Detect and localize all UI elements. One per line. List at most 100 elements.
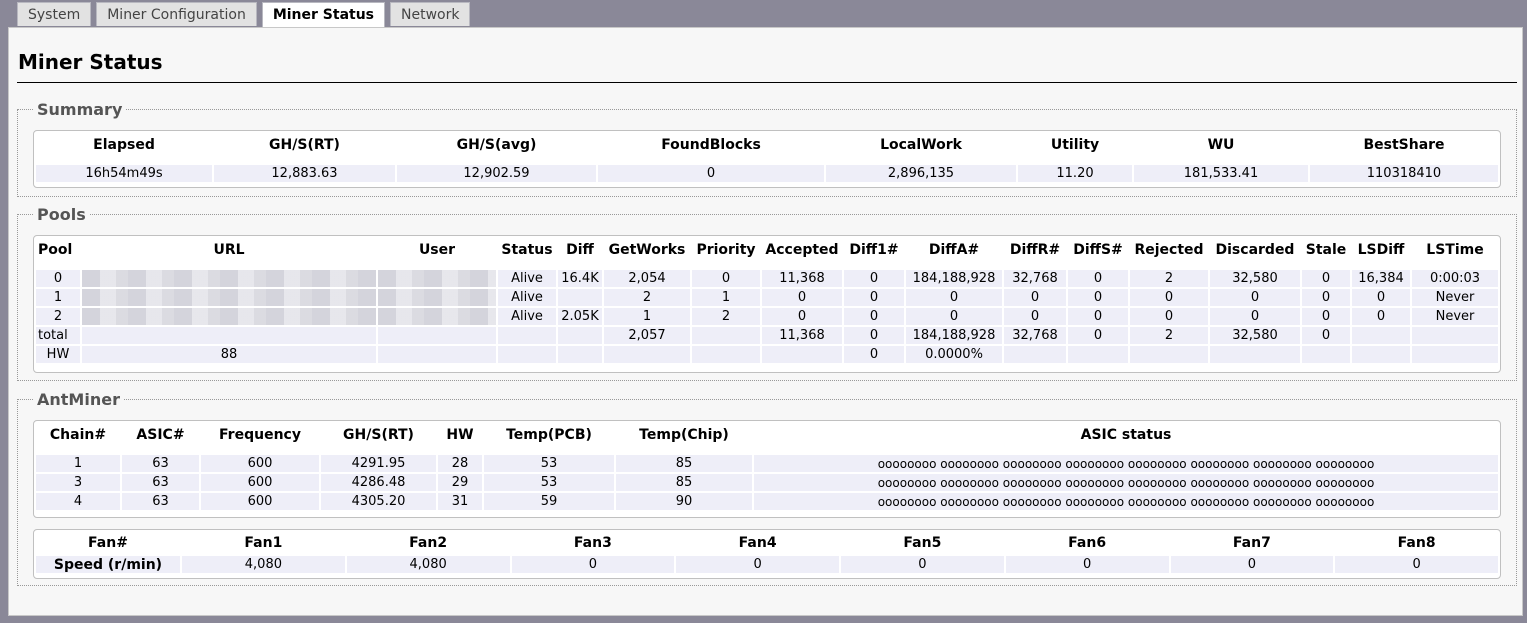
- chain-cell-temp-chip: 85: [616, 455, 752, 472]
- pools-cell-discarded: 32,580: [1210, 327, 1300, 344]
- pools-cell-diffr: 0: [1004, 289, 1066, 306]
- fan-speed-1: 4,080: [182, 556, 345, 573]
- pools-cell-rejected: 2: [1130, 327, 1208, 344]
- pools-cell-diffa: 0: [906, 308, 1002, 325]
- fan-header-fan7: Fan7: [1232, 535, 1271, 551]
- pools-cell-lstime: [1412, 327, 1498, 344]
- pools-hw-empty: [558, 346, 602, 363]
- fan-header-label: Fan#: [88, 535, 128, 551]
- chain-cell-temp-pcb: 53: [484, 474, 614, 491]
- chain-cell-asic: 63: [122, 474, 199, 491]
- pools-table-row: total 2,057 11,368 0 184,188,928 32,768 0 2 32,5…: [36, 327, 1498, 344]
- chain-table-row: 3 63 600 4286.48 29 53 85 oooooooo oooooooo ooo…: [36, 474, 1498, 491]
- chain-cell-asic: 63: [122, 493, 199, 510]
- pools-cell-diff1: 0: [844, 327, 904, 344]
- summary-header-utility: Utility: [1050, 137, 1100, 153]
- summary-table-box: Elapsed GH/S(RT) GH/S(avg) FoundBlocks Local…: [33, 130, 1501, 188]
- pools-cell-diff1: 0: [844, 308, 904, 325]
- summary-table: Elapsed GH/S(RT) GH/S(avg) FoundBlocks Local…: [34, 131, 1500, 184]
- fan-speed-4: 0: [676, 556, 839, 573]
- pools-cell-pool: 1: [36, 289, 80, 306]
- chain-cell-hw: 31: [438, 493, 482, 510]
- summary-header-gh-s-avg: GH/S(avg): [456, 137, 537, 153]
- pools-cell-diffr: 0: [1004, 308, 1066, 325]
- pools-header-pool: Pool: [38, 242, 73, 258]
- chain-header-temp-chip: Temp(Chip): [639, 427, 729, 443]
- summary-header-foundblocks: FoundBlocks: [661, 137, 761, 153]
- tab-miner-configuration[interactable]: Miner Configuration: [96, 2, 257, 26]
- chain-cell-temp-chip: 90: [616, 493, 752, 510]
- pools-cell-priority: 2: [692, 308, 760, 325]
- pools-cell-priority: 0: [692, 270, 760, 287]
- pools-hw-empty: [762, 346, 842, 363]
- pools-header-diff: Diff: [566, 242, 594, 258]
- hw-label: HW: [36, 346, 80, 363]
- chain-table-box: Chain# ASIC# Frequency GH/S(RT) HW Temp(PCB) T…: [33, 420, 1501, 518]
- pools-header-priority: Priority: [696, 242, 756, 258]
- tab-network[interactable]: Network: [390, 2, 471, 26]
- chain-header-frequency: Frequency: [219, 427, 301, 443]
- fan-header-fan4: Fan4: [738, 535, 777, 551]
- pools-cell-getworks: 2,057: [604, 327, 690, 344]
- fan-header-fan3: Fan3: [573, 535, 612, 551]
- fan-speed-3: 0: [511, 556, 675, 573]
- fan-header-fan8: Fan8: [1397, 535, 1436, 551]
- summary-value-gh-s-rt: 12,883.63: [214, 165, 395, 182]
- pools-cell-lsdiff: 0: [1352, 308, 1410, 325]
- pools-hw-empty: [378, 346, 496, 363]
- pools-cell-lsdiff: 0: [1352, 289, 1410, 306]
- chain-cell-frequency: 600: [201, 455, 319, 472]
- chain-cell-temp-pcb: 59: [484, 493, 614, 510]
- pools-cell-diff: [558, 289, 602, 306]
- pools-cell-diffr: 32,768: [1004, 327, 1066, 344]
- chain-header-asic: ASIC#: [136, 427, 185, 443]
- pools-table-row: 1 Alive 2 1 0 0 0 0 0 0 0 0 0 Never: [36, 289, 1498, 306]
- pool-user-redacted: [378, 289, 496, 306]
- pools-header-discarded: Discarded: [1215, 242, 1295, 258]
- pools-cell-lstime: 0:00:03: [1412, 270, 1498, 287]
- pools-cell-diff: 2.05K: [558, 308, 602, 325]
- pools-table: Pool URL User Status Diff GetWorks Priority Acc…: [34, 236, 1500, 365]
- chain-header-hw: HW: [446, 427, 474, 443]
- pools-cell-status: Alive: [498, 289, 556, 306]
- chain-cell-asic-status: oooooooo oooooooo oooooooo oooooooo oooo…: [754, 493, 1498, 510]
- pools-cell-lstime: Never: [1412, 289, 1498, 306]
- pools-cell-diffs: 0: [1068, 289, 1128, 306]
- pools-cell-pool: total: [36, 327, 80, 344]
- tab-system[interactable]: System: [17, 2, 92, 26]
- chain-cell-frequency: 600: [201, 474, 319, 491]
- pools-cell-lsdiff: [1352, 327, 1410, 344]
- chain-cell-hw: 28: [438, 455, 482, 472]
- pools-cell-diffs: 0: [1068, 327, 1128, 344]
- pools-cell-discarded: 0: [1210, 308, 1300, 325]
- pools-cell-stale: 0: [1302, 270, 1350, 287]
- tab-bar: System Miner Configuration Miner Status …: [17, 2, 475, 28]
- summary-header-gh-s-rt: GH/S(RT): [269, 137, 340, 153]
- pools-cell-url: [82, 327, 376, 344]
- pools-cell-diffs: 0: [1068, 308, 1128, 325]
- chain-cell-temp-chip: 85: [616, 474, 752, 491]
- pool-url-redacted: [82, 270, 376, 287]
- pools-cell-status: Alive: [498, 308, 556, 325]
- pools-cell-accepted: 0: [762, 289, 842, 306]
- pools-table-row: 2 Alive 2.05K 1 2 0 0 0 0 0 0 0 0 0 Never: [36, 308, 1498, 325]
- chain-cell-chain: 1: [36, 455, 120, 472]
- pools-table-box: Pool URL User Status Diff GetWorks Priority Acc…: [33, 235, 1501, 373]
- fan-header-fan2: Fan2: [409, 535, 448, 551]
- fan-header-fan5: Fan5: [903, 535, 942, 551]
- main-panel: Miner Status Summary Elapsed GH/S(RT) GH/S…: [8, 27, 1523, 616]
- pools-cell-priority: 1: [692, 289, 760, 306]
- hw-diffa: 0.0000%: [906, 346, 1002, 363]
- pools-cell-diff1: 0: [844, 289, 904, 306]
- chain-cell-chain: 3: [36, 474, 120, 491]
- pools-cell-accepted: 11,368: [762, 270, 842, 287]
- pools-header-diffs: DiffS#: [1073, 242, 1123, 258]
- pools-cell-rejected: 0: [1130, 289, 1208, 306]
- pools-hw-empty: [1412, 346, 1498, 363]
- pools-cell-user: [378, 327, 496, 344]
- fan-header-fan6: Fan6: [1068, 535, 1107, 551]
- pools-header-diffa: DiffA#: [928, 242, 980, 258]
- tab-miner-status[interactable]: Miner Status: [261, 2, 386, 28]
- pools-cell-pool: 0: [36, 270, 80, 287]
- pools-header-accepted: Accepted: [765, 242, 839, 258]
